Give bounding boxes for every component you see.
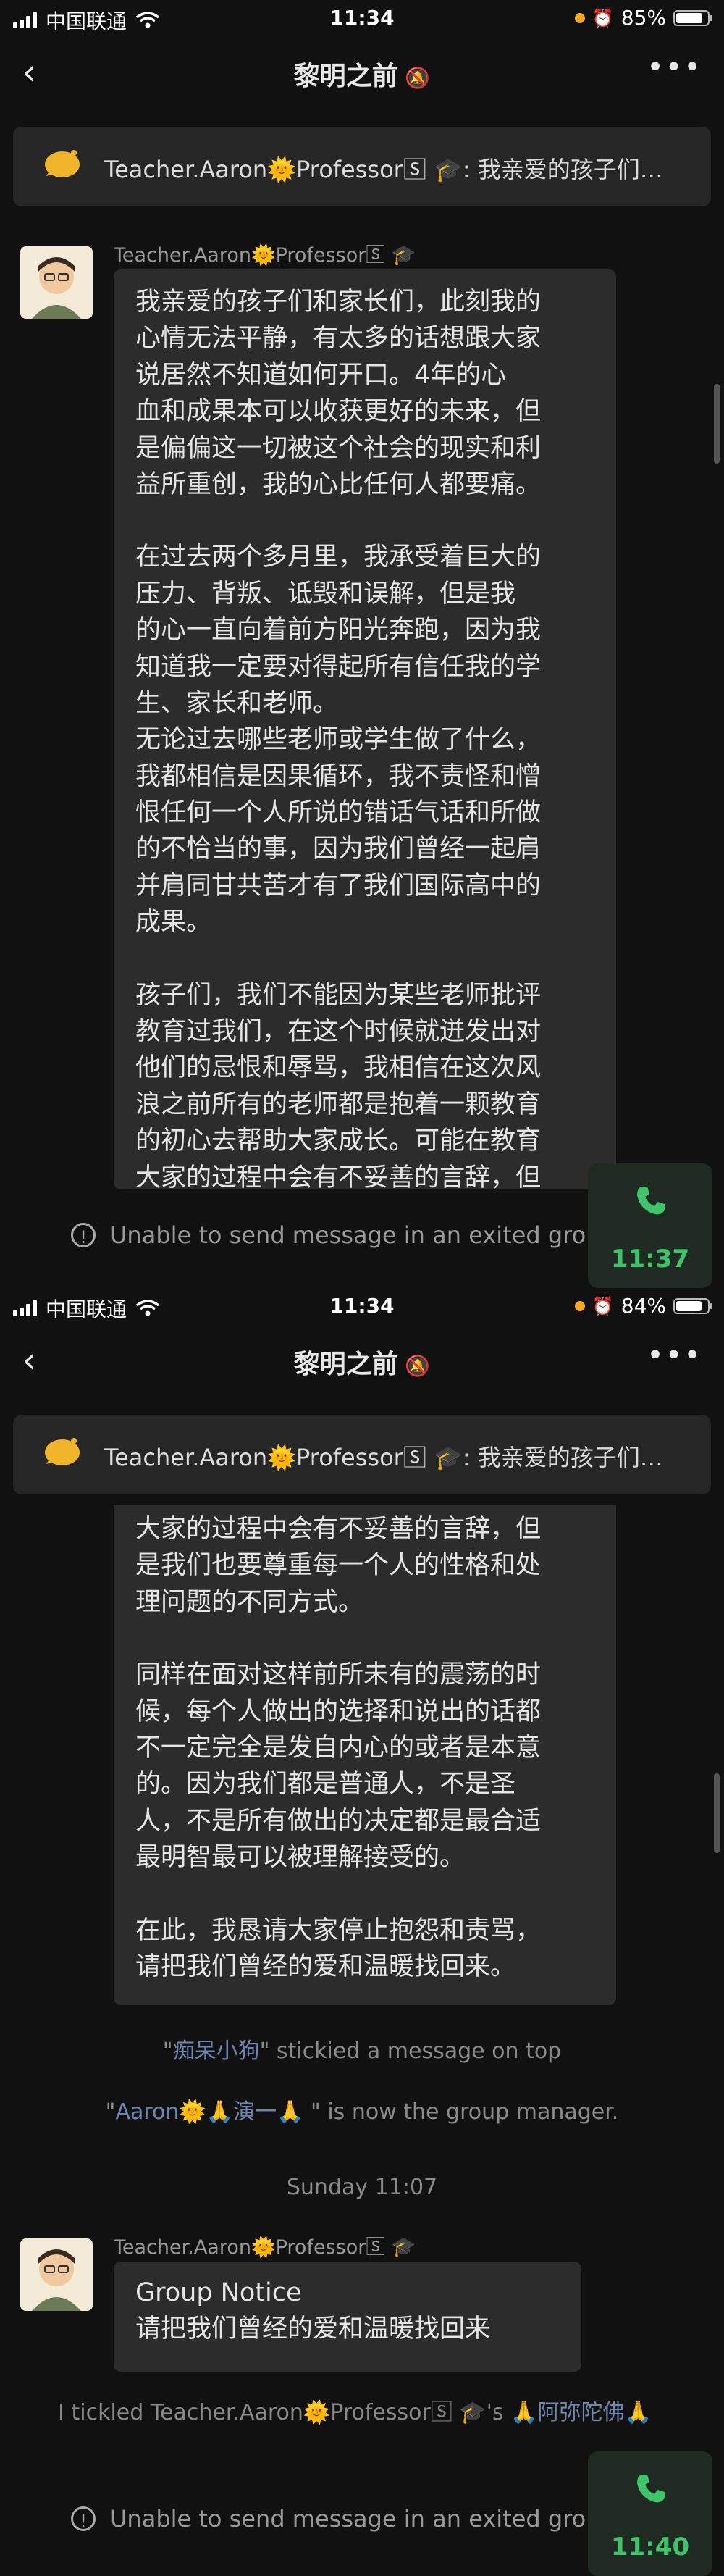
alarm-icon: ⏰	[592, 1295, 614, 1316]
system-message-sticky: "痴呆小狗" stickied a message on top	[162, 2038, 562, 2064]
call-widget[interactable]: 11:37	[588, 1163, 712, 1288]
pinned-message-bar[interactable]: Teacher.Aaron🌞Professor🅂 🎓: 我亲爱的孩子们…	[13, 1415, 711, 1494]
message-paragraph: 在过去两个多月里，我承受着巨大的 压力、背叛、诋毁和误解，但是我 的心一直向着前…	[135, 543, 542, 937]
message-paragraph: 同样在面对这样前所未有的震荡的时 候，每个人做出的选择和说出的话都 不一定完全是…	[135, 1660, 542, 1873]
orange-dot-icon	[574, 12, 585, 23]
timestamp: Sunday 11:07	[286, 2175, 438, 2200]
phone-icon	[637, 1187, 665, 1215]
phone-icon	[637, 2475, 665, 2503]
more-icon[interactable]: •••	[647, 1339, 702, 1372]
warning-icon: !	[71, 1223, 96, 1247]
message-bubble[interactable]: 我亲爱的孩子们和家长们，此刻我的 心情无法平静，有太多的话想跟大家 说居然不知道…	[114, 269, 616, 1189]
chat-screen-2: 中国联通 11:34 ⏰ 84% ‹ 黎明之前 🔕 ••• Teacher.Aa…	[0, 1288, 724, 2576]
call-widget[interactable]: 11:40	[588, 2451, 712, 2576]
nickname-link[interactable]: 痴呆小狗	[173, 2038, 260, 2064]
status-bar: 中国联通 11:34 ⏰ 85%	[0, 0, 724, 38]
sender-name: Teacher.Aaron🌞Professor🅂 🎓	[114, 2236, 416, 2259]
sender-name: Teacher.Aaron🌞Professor🅂 🎓	[114, 244, 416, 267]
battery-icon	[673, 9, 712, 26]
call-duration: 11:37	[610, 1245, 690, 1274]
speech-bubble-icon	[45, 150, 80, 177]
avatar[interactable]	[20, 246, 93, 319]
alarm-icon: ⏰	[592, 7, 614, 28]
system-message-tickle: I tickled Teacher.Aaron🌞Professor🅂 🎓's 🙏…	[58, 2400, 652, 2425]
nav-bar: ‹ 黎明之前 🔕 •••	[0, 1326, 724, 1398]
message-paragraph: 我亲爱的孩子们和家长们，此刻我的 心情无法平静，有太多的话想跟大家 说居然不知道…	[135, 288, 542, 499]
group-notice-bubble[interactable]: Group Notice 请把我们曾经的爱和温暖找回来	[114, 2262, 581, 2372]
pinned-text: Teacher.Aaron🌞Professor🅂 🎓: 我亲爱的孩子们…	[104, 1444, 663, 1471]
battery-percent: 84%	[620, 1294, 666, 1318]
more-icon[interactable]: •••	[647, 51, 702, 84]
message-paragraph: 孩子们，我们不能因为某些老师批评 教育过我们，在这个时候就迸发出对 他们的忌恨和…	[135, 980, 542, 1189]
system-message-manager: "Aaron🌞🙏演一🙏 " is now the group manager.	[105, 2099, 619, 2125]
notice-body: 请把我们曾经的爱和温暖找回来	[135, 2314, 491, 2344]
nickname-link[interactable]: 🙏阿弥陀佛🙏	[510, 2400, 652, 2425]
chat-title: 黎明之前 🔕	[293, 1350, 431, 1379]
message-paragraph: 大家的过程中会有不妥善的言辞，但 是我们也要尊重每一个人的性格和处 理问题的不同…	[135, 1515, 542, 1617]
avatar[interactable]	[20, 2238, 93, 2311]
bell-slash-icon: 🔕	[397, 1354, 431, 1378]
bell-slash-icon: 🔕	[397, 66, 431, 90]
speech-bubble-icon	[45, 1438, 80, 1465]
call-duration: 11:40	[610, 2533, 690, 2562]
nickname-link[interactable]: Aaron🌞🙏演一🙏	[115, 2099, 303, 2125]
scrollbar[interactable]	[714, 1773, 720, 1853]
exited-group-warning: Unable to send message in an exited grou…	[110, 1221, 615, 1249]
scrollbar[interactable]	[714, 384, 720, 464]
status-bar: 中国联通 11:34 ⏰ 84%	[0, 1288, 724, 1326]
nav-bar: ‹ 黎明之前 🔕 •••	[0, 38, 724, 110]
pinned-message-bar[interactable]: Teacher.Aaron🌞Professor🅂 🎓: 我亲爱的孩子们…	[13, 127, 711, 206]
orange-dot-icon	[574, 1300, 585, 1311]
chat-title: 黎明之前 🔕	[293, 62, 431, 91]
message-bubble[interactable]: 大家的过程中会有不妥善的言辞，但 是我们也要尊重每一个人的性格和处 理问题的不同…	[114, 1505, 616, 2005]
warning-icon: !	[71, 2506, 96, 2531]
message-paragraph: 在此，我恳请大家停止抱怨和责骂， 请把我们曾经的爱和温暖找回来。	[135, 1915, 542, 1981]
chat-screen-1: 中国联通 11:34 ⏰ 85% ‹ 黎明之前 🔕 ••• Teacher.Aa…	[0, 0, 724, 1288]
notice-title: Group Notice	[135, 2278, 302, 2307]
exited-group-warning: Unable to send message in an exited grou…	[110, 2505, 615, 2533]
pinned-text: Teacher.Aaron🌞Professor🅂 🎓: 我亲爱的孩子们…	[104, 156, 663, 183]
battery-icon	[673, 1297, 712, 1314]
battery-percent: 85%	[620, 6, 666, 30]
